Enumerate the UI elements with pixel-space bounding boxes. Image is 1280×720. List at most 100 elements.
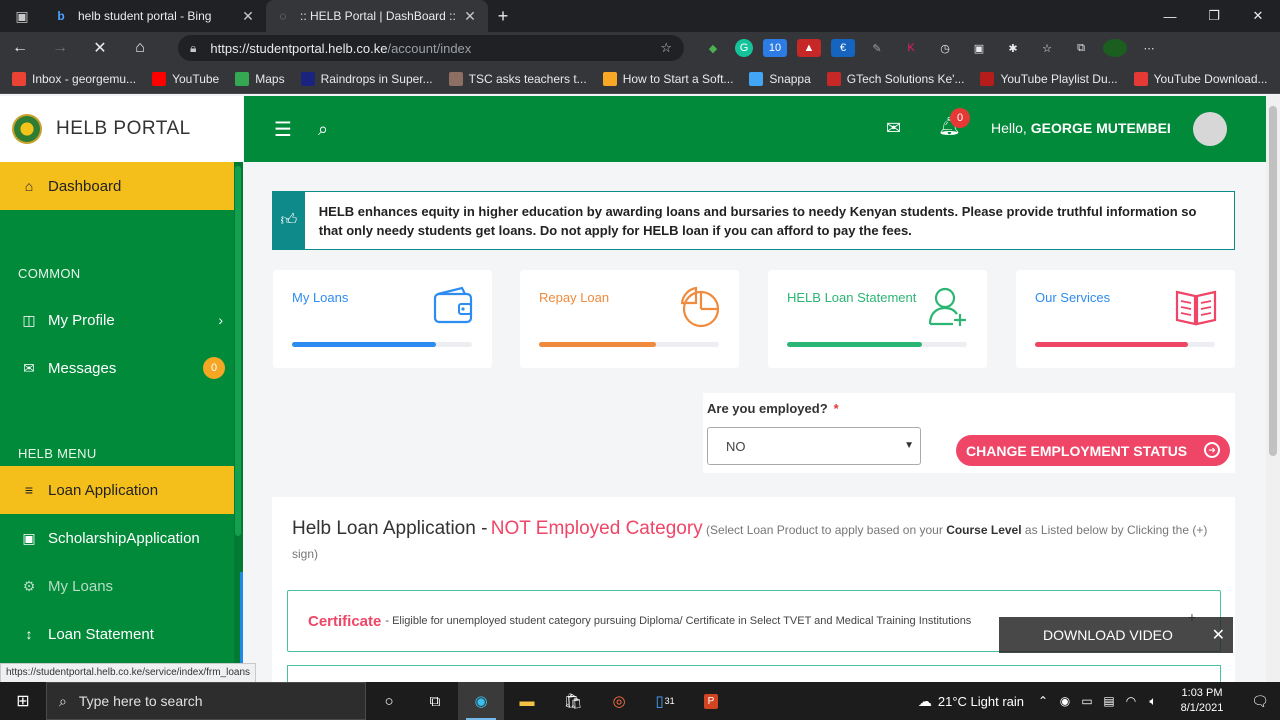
tab-helb-portal[interactable]: ◌ :: HELB Portal | DashBoard :: ✕ xyxy=(266,0,488,32)
calendar-app-icon[interactable]: ▯ 31 xyxy=(642,682,688,720)
puzzle-icon[interactable]: ✱ xyxy=(1001,39,1025,57)
avatar[interactable] xyxy=(1193,112,1227,146)
tab-title: helb student portal - Bing xyxy=(78,9,212,23)
cortana-icon[interactable]: ○ xyxy=(366,682,412,720)
sidebar-item-scholarship-application[interactable]: ▣ ScholarshipApplication xyxy=(0,514,243,562)
bookmark-item[interactable]: GTech Solutions Ke'... xyxy=(826,71,964,86)
clock-extension-icon[interactable]: ◷ xyxy=(933,39,957,57)
notification-center-icon[interactable]: 🗨︎ xyxy=(1240,693,1280,710)
address-bar[interactable]: 🔒︎ https://studentportal.helb.co.ke/acco… xyxy=(178,35,684,61)
pen-extension-icon[interactable]: ✎ xyxy=(865,39,889,57)
grammarly-icon[interactable]: G xyxy=(735,39,753,57)
bookmark-label: How to Start a Soft... xyxy=(622,71,734,86)
sidebar-item-dashboard[interactable]: ⌂ Dashboard xyxy=(0,162,243,210)
sidebar-item-messages[interactable]: ✉ Messages 0 xyxy=(0,344,243,392)
app-a-icon[interactable]: ◎ xyxy=(596,682,642,720)
download-video-overlay[interactable]: DOWNLOAD VIDEO ✕ xyxy=(999,617,1233,653)
page-scrollbar[interactable] xyxy=(1266,96,1280,682)
favorites-icon[interactable]: ☆ xyxy=(1035,39,1059,57)
bookmark-item[interactable]: Raindrops in Super... xyxy=(300,71,433,86)
chevron-up-icon[interactable]: ⌃ xyxy=(1032,694,1054,708)
battery-icon[interactable]: ▭ xyxy=(1076,694,1098,708)
arrow-right-circle-icon: ➜ xyxy=(1204,442,1220,458)
taskbar-search-box[interactable]: ⌕ Type here to search xyxy=(46,682,366,720)
sidebar-item-my-profile[interactable]: ◫ My Profile › xyxy=(0,296,243,344)
sidebar-item-my-loans[interactable]: ⚙ My Loans xyxy=(0,562,243,610)
extension-icon[interactable]: ◆ xyxy=(701,39,725,57)
task-view-icon[interactable]: ⧉ xyxy=(412,682,458,720)
card-my-loans[interactable]: My Loans xyxy=(273,270,492,368)
file-explorer-icon[interactable]: ▬ xyxy=(504,682,550,720)
bookmark-item[interactable]: Inbox - georgemu... xyxy=(12,71,137,86)
loan-product-name: Certificate xyxy=(308,612,382,630)
close-window-icon[interactable]: ✕ xyxy=(1236,0,1280,32)
close-tab-icon[interactable]: ✕ xyxy=(462,8,478,25)
tray-device-icon[interactable]: ▤ xyxy=(1098,694,1120,708)
volume-icon[interactable]: 🔈︎ xyxy=(1142,694,1164,709)
stop-icon[interactable]: ✕ xyxy=(80,32,120,64)
app-a-glyph: ◎ xyxy=(612,693,626,710)
search-icon[interactable]: ⌕ xyxy=(318,119,328,140)
loan-product-next[interactable] xyxy=(287,665,1221,682)
screenshot-extension-icon[interactable]: ▣ xyxy=(967,39,991,57)
change-employment-status-button[interactable]: CHANGE EMPLOYMENT STATUS ➜ xyxy=(956,435,1230,466)
card-progress-track xyxy=(539,342,719,347)
favorite-star-icon[interactable]: ☆ xyxy=(660,40,672,56)
close-icon[interactable]: ✕ xyxy=(1212,625,1225,645)
card-repay-loan[interactable]: Repay Loan xyxy=(520,270,739,368)
edge-browser-icon[interactable]: ◉ xyxy=(458,682,504,720)
euro-extension-icon[interactable]: € xyxy=(831,39,855,57)
bookmark-item[interactable]: YouTube xyxy=(152,71,219,86)
close-tab-icon[interactable]: ✕ xyxy=(240,8,256,25)
forward-icon[interactable]: → xyxy=(40,32,80,64)
maximize-icon[interactable]: ❐ xyxy=(1192,0,1236,32)
home-icon[interactable]: ⌂ xyxy=(120,32,160,64)
card-helb-loan-statement[interactable]: HELB Loan Statement xyxy=(768,270,987,368)
minimize-icon[interactable]: — xyxy=(1148,0,1192,32)
tab-bing[interactable]: b helb student portal - Bing ✕ xyxy=(44,0,266,32)
bookmark-item[interactable]: YouTube Download... xyxy=(1133,71,1268,86)
chevron-right-icon: › xyxy=(218,312,223,328)
tab-actions-icon[interactable]: ▣ xyxy=(0,0,44,32)
bookmark-label: Inbox - georgemu... xyxy=(32,71,137,86)
weather-text[interactable]: 21°C Light rain xyxy=(938,694,1024,709)
bookmark-item[interactable]: Snappa xyxy=(749,71,811,86)
brand[interactable]: HELB PORTAL xyxy=(0,96,243,162)
wifi-icon[interactable]: ◠ xyxy=(1120,694,1142,708)
card-our-services[interactable]: Our Services xyxy=(1016,270,1235,368)
back-icon[interactable]: ← xyxy=(0,32,40,64)
sidebar-item-loan-statement[interactable]: ↕ Loan Statement xyxy=(0,610,243,658)
employment-select[interactable]: NO ▼ xyxy=(707,427,921,465)
chart-extension-icon[interactable]: ▲ xyxy=(797,39,821,57)
profile-icon[interactable] xyxy=(1103,39,1127,57)
youtube-icon xyxy=(152,71,167,86)
tray-app-icon[interactable]: ◉ xyxy=(1054,694,1076,708)
bookmark-label: TSC asks teachers t... xyxy=(468,71,587,86)
more-icon[interactable]: ⋯ xyxy=(1137,39,1161,57)
sidebar-scrollbar[interactable] xyxy=(234,162,243,682)
new-tab-button[interactable]: + xyxy=(488,6,518,27)
bookmark-item[interactable]: YouTube Playlist Du... xyxy=(980,71,1118,86)
store-icon[interactable]: 🛍︎ xyxy=(550,682,596,720)
bookmark-item[interactable]: TSC asks teachers t... xyxy=(448,71,587,86)
page-scrollbar-thumb[interactable] xyxy=(1269,106,1277,456)
bookmark-label: Raindrops in Super... xyxy=(320,71,433,86)
brand-name: HELB PORTAL xyxy=(56,118,191,139)
calendar-extension-icon[interactable]: 10 xyxy=(763,39,787,57)
k-extension-icon[interactable]: K xyxy=(899,39,923,57)
clock[interactable]: 1:03 PM 8/1/2021 xyxy=(1164,686,1240,716)
top-bar: ☰ ⌕ ✉ 🔔︎ 0 Hello, GEORGE MUTEMBEI xyxy=(244,96,1266,162)
bookmark-item[interactable]: Maps xyxy=(235,71,285,86)
employment-select-value: NO xyxy=(726,438,746,454)
sidebar-scrollbar-thumb[interactable] xyxy=(235,166,241,536)
collections-icon[interactable]: ⧉ xyxy=(1069,39,1093,57)
employment-label: Are you employed? * xyxy=(707,401,839,416)
mail-icon[interactable]: ✉ xyxy=(886,118,901,139)
extensions-area: ◆ G 10 ▲ € ✎ K ◷ ▣ ✱ ☆ ⧉ ⋯ xyxy=(696,32,1166,64)
greeting-hello: Hello, xyxy=(991,120,1027,136)
sidebar-item-loan-application[interactable]: ≡ Loan Application xyxy=(0,466,243,514)
hamburger-menu-icon[interactable]: ☰ xyxy=(274,117,292,142)
powerpoint-icon[interactable]: P xyxy=(688,682,734,720)
windows-start-icon[interactable]: ⊞ xyxy=(0,691,46,711)
bookmark-item[interactable]: How to Start a Soft... xyxy=(602,71,734,86)
